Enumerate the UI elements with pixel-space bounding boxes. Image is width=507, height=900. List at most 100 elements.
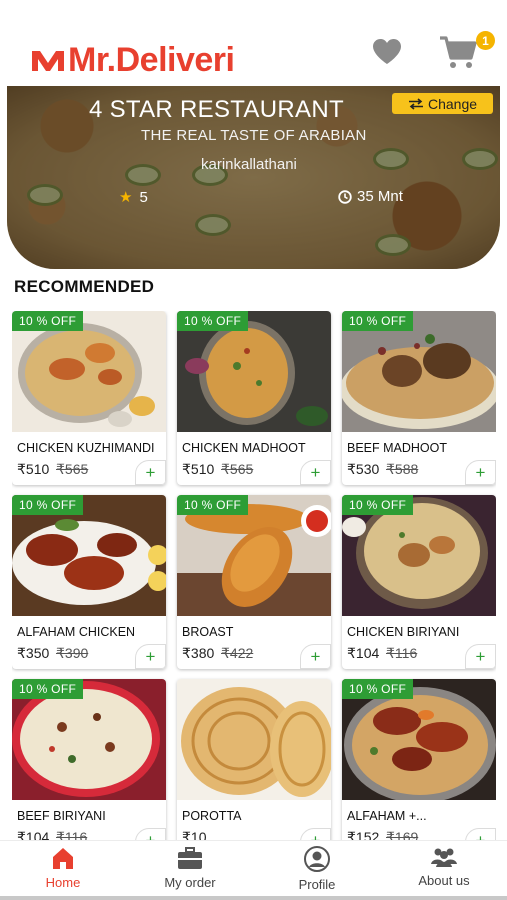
- product-original-price: ₹565: [56, 461, 89, 477]
- discount-badge: 10 % OFF: [342, 311, 414, 331]
- discount-badge: 10 % OFF: [342, 495, 414, 515]
- cart-icon: [440, 36, 477, 68]
- product-grid: 10 % OFF CHICKEN KUZHIMANDI ₹510 ₹565 +10 % …: [12, 311, 496, 840]
- discount-badge: 10 % OFF: [342, 679, 414, 699]
- profile-icon: [304, 846, 330, 872]
- product-name: ALFAHAM CHICKEN: [17, 625, 136, 639]
- add-to-cart-button[interactable]: +: [135, 828, 166, 840]
- product-original-price: ₹588: [386, 461, 419, 477]
- plus-icon: +: [475, 830, 486, 841]
- product-card[interactable]: 10 % OFF BEEF BIRIYANI ₹104 ₹116 +: [12, 679, 166, 840]
- clock-icon: [338, 189, 352, 204]
- product-name: CHICKEN KUZHIMANDI: [17, 441, 155, 455]
- product-price: ₹530: [347, 461, 380, 477]
- product-price: ₹10: [182, 829, 207, 840]
- product-price: ₹510: [17, 461, 50, 477]
- product-name: BEEF MADHOOT: [347, 441, 448, 455]
- plus-icon: +: [145, 646, 156, 666]
- product-original-price: ₹565: [221, 461, 254, 477]
- cart-button[interactable]: [438, 34, 478, 70]
- product-card[interactable]: 10 % OFF BEEF MADHOOT ₹530 ₹588 +: [342, 311, 496, 485]
- discount-badge: 10 % OFF: [12, 495, 84, 515]
- product-original-price: ₹116: [386, 645, 418, 661]
- cart-count-badge: 1: [476, 31, 495, 50]
- product-card[interactable]: POROTTA ₹10 +: [177, 679, 331, 840]
- discount-badge: 10 % OFF: [12, 679, 84, 699]
- tab-my-order-label: My order: [164, 875, 216, 890]
- product-name: CHICKEN BIRIYANI: [347, 625, 460, 639]
- product-image[interactable]: [177, 679, 331, 800]
- product-price: ₹380: [182, 645, 215, 661]
- product-price: ₹350: [17, 645, 50, 661]
- product-name: POROTTA: [182, 809, 242, 823]
- product-card[interactable]: 10 % OFF ALFAHAM CHICKEN ₹350 ₹390 +: [12, 495, 166, 669]
- add-to-cart-button[interactable]: +: [135, 644, 166, 669]
- discount-badge: 10 % OFF: [177, 495, 249, 515]
- bottom-tab-bar: Home My order Profile About us: [0, 840, 507, 900]
- plus-icon: +: [475, 646, 486, 666]
- product-name: BROAST: [182, 625, 234, 639]
- delivery-time-value: 35 Mnt: [357, 188, 403, 205]
- product-card[interactable]: 10 % OFF ALFAHAM +... ₹152 ₹169 +: [342, 679, 496, 840]
- product-price: ₹510: [182, 461, 215, 477]
- plus-icon: +: [310, 830, 321, 841]
- product-price: ₹104: [347, 645, 380, 661]
- product-name: BEEF BIRIYANI: [17, 809, 106, 823]
- home-indicator: [0, 896, 507, 900]
- plus-icon: +: [310, 646, 321, 666]
- heart-icon: [373, 38, 401, 64]
- discount-badge: 10 % OFF: [177, 311, 249, 331]
- add-to-cart-button[interactable]: +: [465, 828, 496, 840]
- add-to-cart-button[interactable]: +: [300, 460, 331, 485]
- delivery-time: 35 Mnt: [338, 188, 403, 205]
- tab-home-label: Home: [45, 875, 81, 890]
- product-card[interactable]: 10 % OFF CHICKEN BIRIYANI ₹104 ₹116 +: [342, 495, 496, 669]
- change-label: Change: [427, 95, 478, 112]
- product-original-price: ₹390: [56, 645, 89, 661]
- discount-badge: 10 % OFF: [12, 311, 84, 331]
- tab-home[interactable]: Home: [0, 841, 126, 897]
- product-card[interactable]: 10 % OFF CHICKEN MADHOOT ₹510 ₹565 +: [177, 311, 331, 485]
- restaurant-tagline: THE REAL TASTE OF ARABIAN: [141, 127, 367, 144]
- add-to-cart-button[interactable]: +: [465, 644, 496, 669]
- rating-value: 5: [139, 188, 148, 206]
- brand-name: Mr.Deliveri: [68, 41, 235, 79]
- scooter-logo-icon: [32, 51, 64, 71]
- plus-icon: +: [475, 462, 486, 482]
- tab-about-us-label: About us: [418, 873, 470, 888]
- product-name: CHICKEN MADHOOT: [182, 441, 306, 455]
- tab-about-us[interactable]: About us: [381, 841, 507, 897]
- product-card[interactable]: 10 % OFF BROAST ₹380 ₹422 +: [177, 495, 331, 669]
- restaurant-location: karinkallathani: [201, 156, 297, 173]
- swap-arrows-icon: [408, 97, 423, 110]
- restaurant-banner: 4 STAR RESTAURANT THE REAL TASTE OF ARAB…: [7, 86, 500, 269]
- product-original-price: ₹116: [56, 829, 88, 840]
- add-to-cart-button[interactable]: +: [135, 460, 166, 485]
- restaurant-name: 4 STAR RESTAURANT: [89, 96, 344, 123]
- product-price: ₹104: [17, 829, 50, 840]
- product-price: ₹152: [347, 829, 380, 840]
- plus-icon: +: [145, 830, 156, 841]
- plus-icon: +: [145, 462, 156, 482]
- favorites-button[interactable]: [370, 34, 404, 68]
- add-to-cart-button[interactable]: +: [465, 460, 496, 485]
- plus-icon: +: [310, 462, 321, 482]
- brand-logo: Mr.Deliveri: [30, 40, 235, 80]
- tab-my-order[interactable]: My order: [127, 841, 253, 897]
- star-icon: ★: [119, 189, 133, 206]
- briefcase-icon: [178, 847, 202, 869]
- tab-profile[interactable]: Profile: [254, 841, 380, 897]
- product-original-price: ₹422: [221, 645, 254, 661]
- add-to-cart-button[interactable]: +: [300, 644, 331, 669]
- product-name: ALFAHAM +...: [347, 809, 427, 823]
- add-to-cart-button[interactable]: +: [300, 828, 331, 840]
- change-restaurant-button[interactable]: Change: [392, 93, 493, 114]
- section-title: RECOMMENDED: [14, 277, 155, 296]
- home-icon: [53, 848, 73, 869]
- group-icon: [431, 848, 457, 867]
- product-original-price: ₹169: [386, 829, 419, 840]
- restaurant-rating: ★ 5: [119, 188, 148, 207]
- product-card[interactable]: 10 % OFF CHICKEN KUZHIMANDI ₹510 ₹565 +: [12, 311, 166, 485]
- app-header: Mr.Deliveri 1: [0, 0, 507, 86]
- tab-profile-label: Profile: [298, 877, 336, 892]
